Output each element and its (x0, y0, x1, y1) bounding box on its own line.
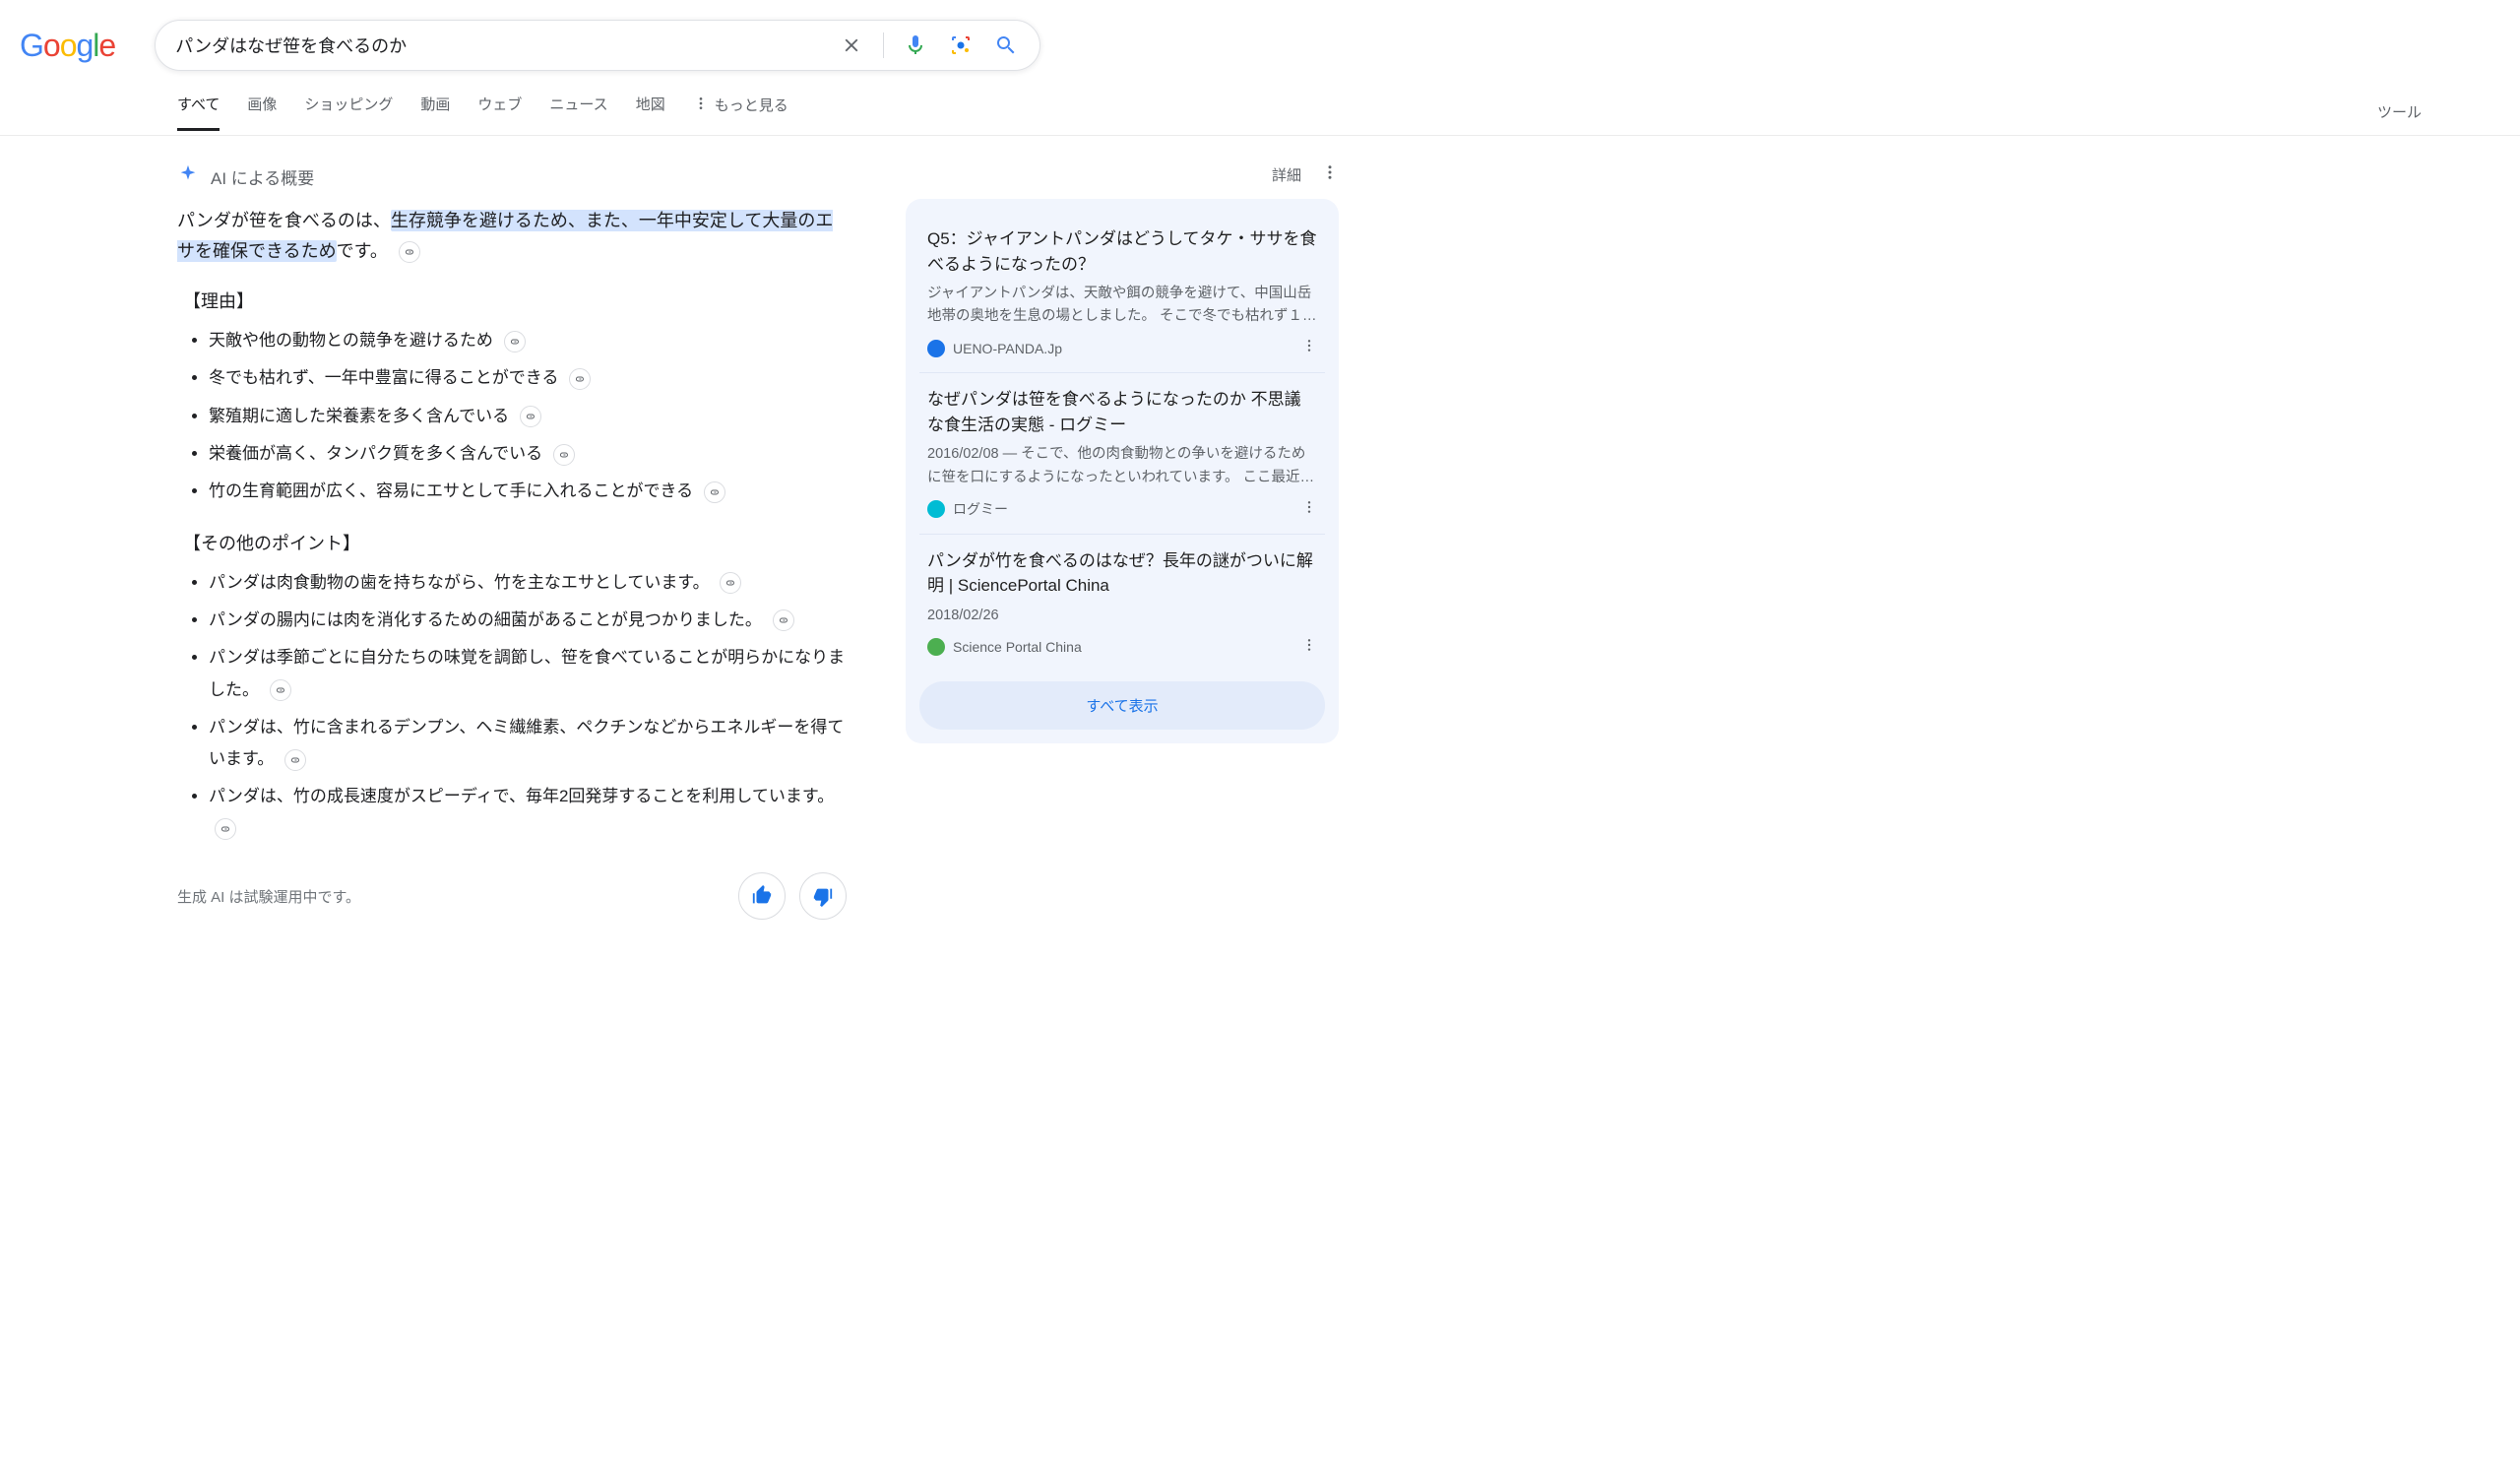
search-icon[interactable] (992, 32, 1020, 59)
summary-suffix: です。 (337, 241, 388, 261)
references-panel: Q5：ジャイアントパンダはどうしてタケ・ササを食べるようになったの？ ジャイアン… (906, 199, 1339, 743)
citation-link-icon[interactable] (399, 241, 420, 263)
tabs-row: すべて 画像 ショッピング 動画 ウェブ ニュース 地図 もっと見る ツール (0, 89, 2520, 136)
favicon-icon (927, 638, 945, 656)
citation-link-icon[interactable] (504, 331, 526, 352)
tab-maps[interactable]: 地図 (636, 94, 665, 131)
summary-prefix: パンダが笹を食べるのは、 (177, 211, 391, 230)
tab-more[interactable]: もっと見る (693, 94, 788, 131)
reference-more-icon[interactable] (1301, 499, 1317, 520)
list-item: パンダは、竹に含まれるデンプン、ヘミ繊維素、ペクチンなどからエネルギーを得ていま… (209, 712, 847, 776)
tab-videos[interactable]: 動画 (420, 94, 450, 131)
tab-news[interactable]: ニュース (549, 94, 607, 131)
other-points-list: パンダは肉食動物の歯を持ちながら、竹を主なエサとしています。 パンダの腸内には肉… (177, 567, 847, 845)
list-item: パンダの腸内には肉を消化するための細菌があることが見つかりました。 (209, 605, 847, 636)
list-item: 竹の生育範囲が広く、容易にエサとして手に入れることができる (209, 476, 847, 507)
reference-source: UENO-PANDA.Jp (953, 341, 1062, 356)
reference-card[interactable]: パンダが竹を食べるのはなぜ？長年の謎がついに解明 | SciencePortal… (919, 534, 1325, 672)
favicon-icon (927, 340, 945, 357)
list-item: パンダは季節ごとに自分たちの味覚を調節し、笹を食べていることが明らかになりました… (209, 642, 847, 706)
list-item: パンダは肉食動物の歯を持ちながら、竹を主なエサとしています。 (209, 567, 847, 599)
tab-images[interactable]: 画像 (247, 94, 277, 131)
reference-snippet: 2018/02/26 (927, 605, 1317, 627)
citation-link-icon[interactable] (270, 679, 291, 701)
more-options-icon[interactable] (1321, 163, 1339, 185)
ai-summary: パンダが笹を食べるのは、生存競争を避けるため、また、一年中安定して大量のエサを確… (177, 206, 847, 266)
search-input[interactable] (175, 35, 838, 56)
citation-link-icon[interactable] (520, 406, 541, 427)
reference-title: Q5：ジャイアントパンダはどうしてタケ・ササを食べるようになったの？ (927, 226, 1317, 277)
citation-link-icon[interactable] (773, 609, 794, 631)
tab-more-label: もっと見る (715, 95, 788, 115)
reasons-list: 天敵や他の動物との競争を避けるため 冬でも枯れず、一年中豊富に得ることができる … (177, 325, 847, 507)
sparkle-icon (177, 163, 199, 190)
show-all-button[interactable]: すべて表示 (919, 681, 1325, 730)
reference-card[interactable]: なぜパンダは笹を食べるようになったのか 不思議な食生活の実態 - ログミー 20… (919, 372, 1325, 533)
tools-button[interactable]: ツール (2377, 101, 2422, 122)
thumbs-up-button[interactable] (738, 872, 786, 920)
citation-link-icon[interactable] (569, 368, 591, 390)
tab-shopping[interactable]: ショッピング (304, 94, 393, 131)
list-item: 天敵や他の動物との競争を避けるため (209, 325, 847, 356)
reference-more-icon[interactable] (1301, 637, 1317, 658)
citation-link-icon[interactable] (553, 444, 575, 466)
ai-overview-title: AI による概要 (211, 164, 314, 189)
tab-all[interactable]: すべて (177, 94, 220, 131)
clear-icon[interactable] (838, 32, 865, 59)
google-logo[interactable]: Google (20, 28, 115, 64)
reference-snippet: 2016/02/08 — そこで、他の肉食動物との争いを避けるために笹を口にする… (927, 443, 1317, 488)
list-item: 栄養価が高く、タンパク質を多く含んでいる (209, 438, 847, 470)
tab-web[interactable]: ウェブ (477, 94, 522, 131)
list-item: 繁殖期に適した栄養素を多く含んでいる (209, 401, 847, 432)
thumbs-down-button[interactable] (799, 872, 847, 920)
favicon-icon (927, 500, 945, 518)
citation-link-icon[interactable] (704, 481, 725, 503)
reference-source: Science Portal China (953, 639, 1082, 655)
reference-title: パンダが竹を食べるのはなぜ？長年の謎がついに解明 | SciencePortal… (927, 548, 1317, 599)
ai-disclaimer: 生成 AI は試験運用中です。 (177, 886, 360, 907)
list-item: パンダは、竹の成長速度がスピーディで、毎年2回発芽することを利用しています。 (209, 781, 847, 845)
search-bar (155, 20, 1040, 71)
divider (883, 32, 884, 58)
citation-link-icon[interactable] (215, 818, 236, 840)
reference-snippet: ジャイアントパンダは、天敵や餌の競争を避けて、中国山岳地帯の奥地を生息の場としま… (927, 283, 1317, 328)
lens-icon[interactable] (947, 32, 975, 59)
citation-link-icon[interactable] (284, 749, 306, 771)
reference-card[interactable]: Q5：ジャイアントパンダはどうしてタケ・ササを食べるようになったの？ ジャイアン… (919, 213, 1325, 372)
citation-link-icon[interactable] (720, 572, 741, 594)
section-other-title: 【その他のポイント】 (183, 530, 847, 555)
section-reasons-title: 【理由】 (183, 288, 847, 313)
reference-title: なぜパンダは笹を食べるようになったのか 不思議な食生活の実態 - ログミー (927, 387, 1317, 437)
details-link[interactable]: 詳細 (1272, 164, 1301, 185)
more-dots-icon (693, 96, 709, 115)
mic-icon[interactable] (902, 32, 929, 59)
reference-source: ログミー (953, 499, 1008, 519)
list-item: 冬でも枯れず、一年中豊富に得ることができる (209, 362, 847, 394)
reference-more-icon[interactable] (1301, 338, 1317, 358)
